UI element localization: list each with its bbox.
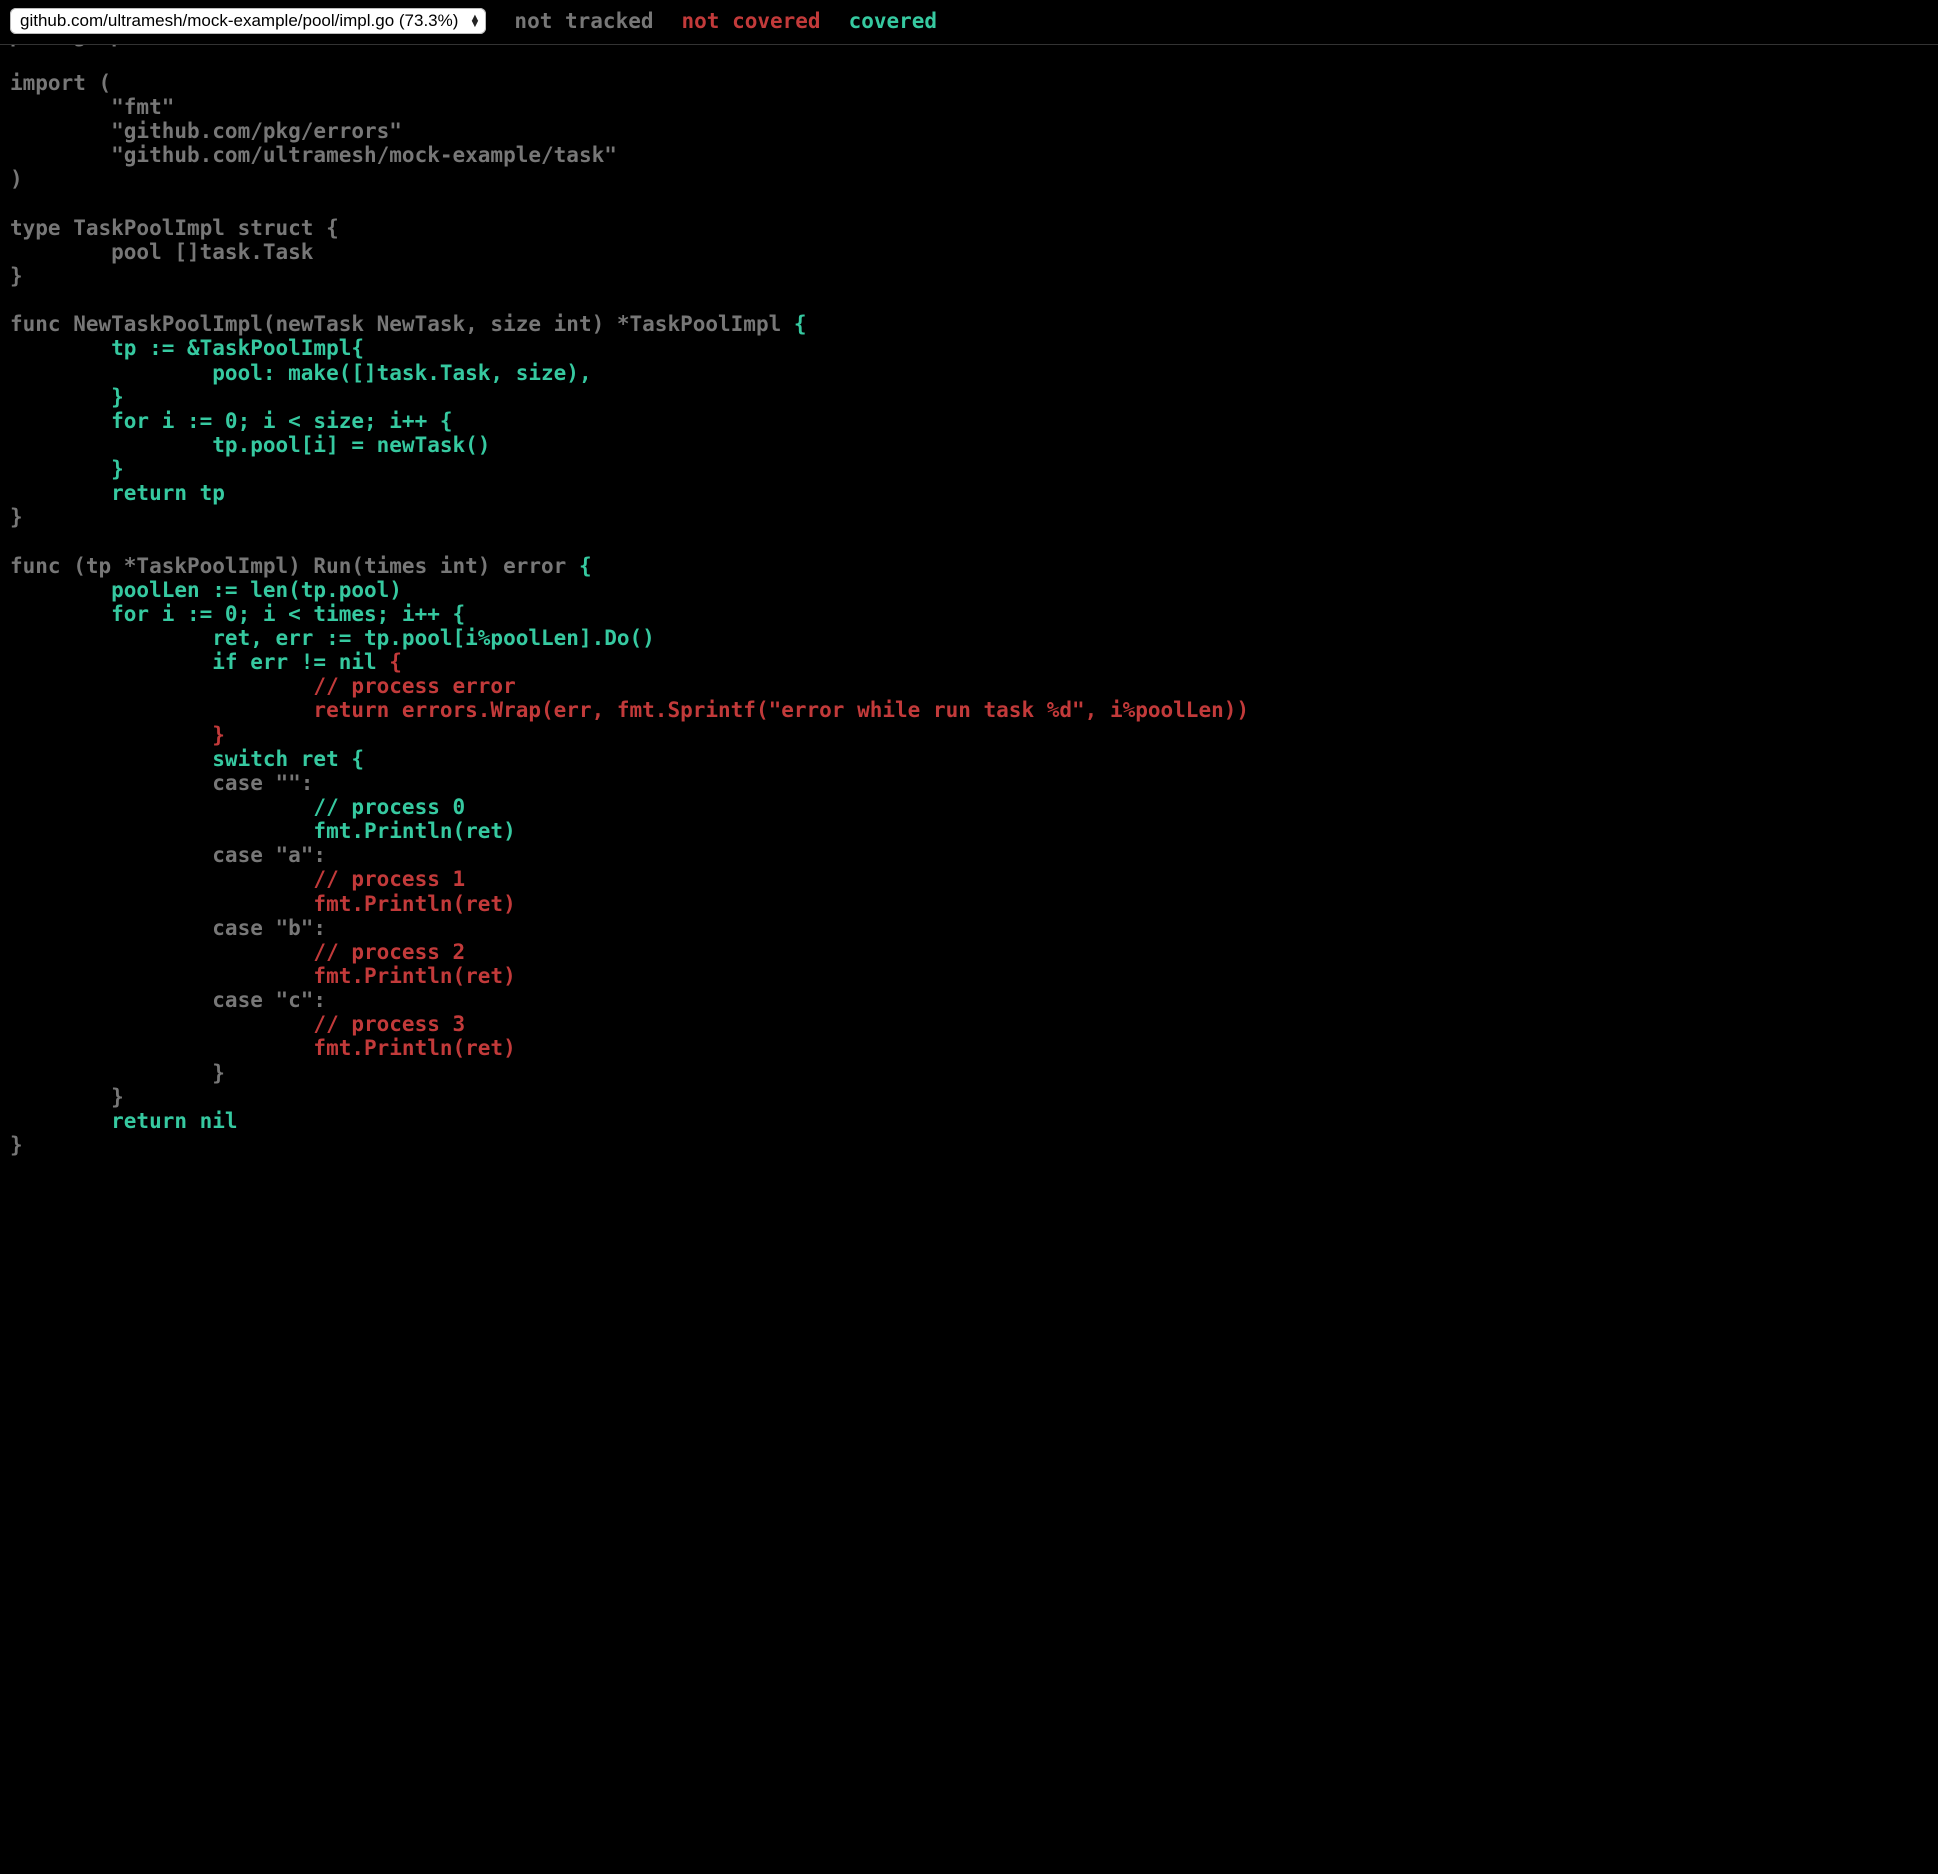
legend-covered: covered [849, 9, 938, 33]
coverage-topbar: github.com/ultramesh/mock-example/pool/i… [0, 0, 1938, 45]
code-line: // process 3 [10, 1012, 465, 1036]
updown-icon: ▲▼ [470, 15, 481, 27]
code-line: if err != nil [10, 650, 389, 674]
code-line: "github.com/pkg/errors" [10, 119, 402, 143]
code-line: fmt.Println(ret) [10, 1036, 516, 1060]
code-line-tail: { [579, 554, 592, 578]
code-line: case "c": [10, 988, 326, 1012]
code-line: } [10, 1061, 225, 1085]
code-line: pool: make([]task.Task, size), [10, 361, 592, 385]
code-line: tp.pool[i] = newTask() [10, 433, 490, 457]
code-line: } [10, 457, 124, 481]
code-line: // process error [10, 674, 516, 698]
code-line: for i := 0; i < size; i++ { [10, 409, 453, 433]
code-line: return errors.Wrap(err, fmt.Sprintf("err… [10, 698, 1249, 722]
code-line: } [10, 723, 225, 747]
code-line: } [10, 1133, 23, 1157]
code-line: ret, err := tp.pool[i%poolLen].Do() [10, 626, 655, 650]
code-line: // process 1 [10, 867, 465, 891]
code-line: tp := &TaskPoolImpl{ [10, 336, 364, 360]
code-line: "fmt" [10, 95, 174, 119]
code-line: case "b": [10, 916, 326, 940]
source-code: package pool import ( "fmt" "github.com/… [0, 23, 1938, 1188]
code-line: for i := 0; i < times; i++ { [10, 602, 465, 626]
code-line: case "a": [10, 843, 326, 867]
code-line: type TaskPoolImpl struct { [10, 216, 339, 240]
code-line: // process 2 [10, 940, 465, 964]
legend-not-tracked: not tracked [514, 9, 653, 33]
code-line-tail: { [794, 312, 807, 336]
code-line: return tp [10, 481, 225, 505]
code-line: } [10, 505, 23, 529]
code-line: func (tp *TaskPoolImpl) Run(times int) e… [10, 554, 579, 578]
code-line: ) [10, 167, 23, 191]
code-line: } [10, 1085, 124, 1109]
code-line: fmt.Println(ret) [10, 892, 516, 916]
code-line: // process 0 [10, 795, 465, 819]
code-line: poolLen := len(tp.pool) [10, 578, 402, 602]
file-selector-label: github.com/ultramesh/mock-example/pool/i… [20, 11, 458, 30]
code-line: fmt.Println(ret) [10, 964, 516, 988]
code-line-tail: { [389, 650, 402, 674]
code-line: pool []task.Task [10, 240, 313, 264]
code-line: case "": [10, 771, 313, 795]
code-line: } [10, 264, 23, 288]
code-line: } [10, 385, 124, 409]
file-selector[interactable]: github.com/ultramesh/mock-example/pool/i… [10, 8, 486, 34]
code-line: "github.com/ultramesh/mock-example/task" [10, 143, 617, 167]
code-line: return nil [10, 1109, 238, 1133]
code-line: switch ret { [10, 747, 364, 771]
code-line: import ( [10, 71, 111, 95]
code-line: func NewTaskPoolImpl(newTask NewTask, si… [10, 312, 794, 336]
legend-not-covered: not covered [682, 9, 821, 33]
code-line: fmt.Println(ret) [10, 819, 516, 843]
